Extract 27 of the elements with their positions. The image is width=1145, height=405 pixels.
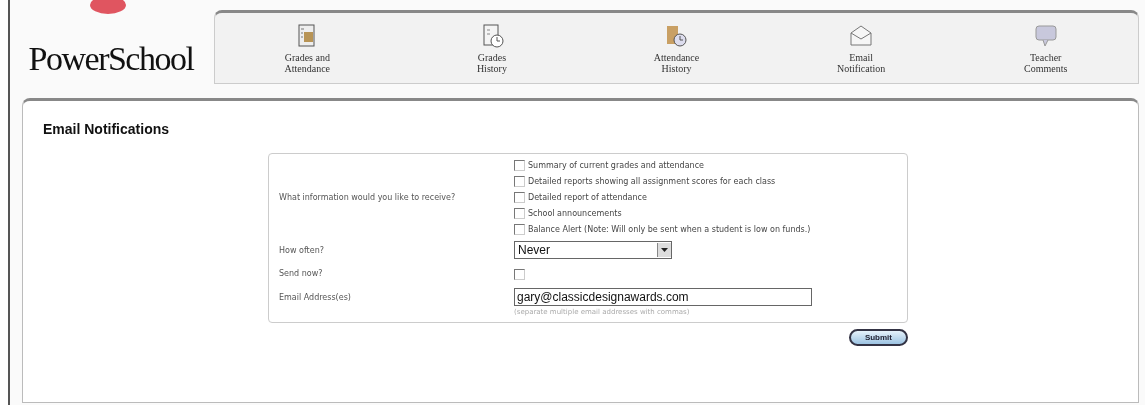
field-label: How often? [279,245,325,255]
page-title: Email Notifications [43,121,171,137]
option-label: Detailed report of attendance [528,193,647,202]
option-label: Detailed reports showing all assignment scores for each class [528,177,776,186]
checkbox[interactable] [514,208,525,219]
email-input[interactable]: gary@classicdesignawards.com [514,288,812,306]
nav-link[interactable]: Attendance History [584,13,769,83]
nav-link[interactable]: Grades and Attendance [215,13,400,83]
submit-button[interactable]: Submit [848,329,908,346]
field-label: What information would you like to receive? [279,193,457,202]
option-label: School announcements [528,209,622,218]
nav-link[interactable]: Grades History [399,13,585,83]
field-label: Email Address(es) [279,292,352,302]
nav-link[interactable]: Email Notification [768,13,954,83]
logo: PowerSchool [28,40,194,78]
checkbox[interactable] [514,160,525,171]
apple-icon [88,0,128,14]
speech-bubble-icon [1032,22,1059,49]
checkbox[interactable] [514,192,525,203]
checkbox[interactable] [514,176,525,187]
checkbox[interactable] [514,269,525,280]
nav-link[interactable]: Teacher Comments [953,13,1138,83]
frequency-dropdown[interactable]: Never [514,241,672,259]
field-label: Send now? [279,269,324,278]
option-label: Balance Alert (Note: Will only be sent when a student is low on funds.) [528,225,811,234]
option-label: Summary of current grades and attendance [528,161,704,170]
checkbox[interactable] [514,224,525,235]
